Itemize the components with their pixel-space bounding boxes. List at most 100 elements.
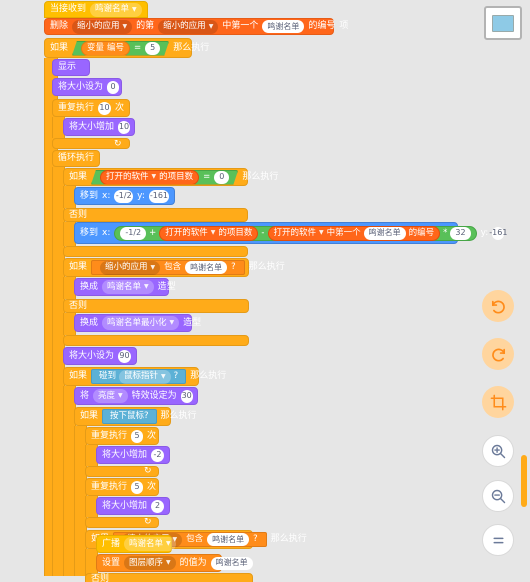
x-base-input[interactable]: -1/2 [120, 226, 147, 240]
costume-dropdown[interactable]: 鸣谢名单 ▼ [102, 280, 154, 294]
block-when-broadcast-received[interactable]: 当接收到 鸣谢名单 ▼ [44, 1, 148, 18]
repeat-label: 重复执行 [91, 481, 128, 492]
y-label: y: [137, 190, 145, 201]
sprite-thumbnail-icon[interactable] [484, 6, 522, 40]
crop-icon [490, 394, 506, 410]
costume-dropdown[interactable]: 鸣谢名单最小化 ▼ [102, 316, 180, 330]
zoom-out-button[interactable] [482, 480, 514, 512]
block-change-size-2[interactable]: 将大小增加 2 [96, 497, 170, 515]
block-show[interactable]: 显示 [52, 59, 90, 76]
delete-tail-label: 项 [339, 21, 349, 31]
set-size-value-input[interactable]: 0 [107, 80, 120, 94]
block-set-size-90[interactable]: 将大小设为 90 [63, 347, 137, 365]
redo-button[interactable] [482, 338, 514, 370]
block-repeat-10[interactable]: 重复执行 10 次 [52, 99, 130, 117]
list-contains-block[interactable]: 缩小的应用▼ 包含 鸣谢名单 ? [91, 260, 245, 275]
contains-value-input[interactable]: 鸣谢名单 [185, 261, 228, 274]
block-if-number-equals[interactable]: 如果 变量 编号 = 5 那么执行 [44, 38, 209, 58]
broadcast-message-dropdown[interactable]: 鸣谢名单 ▼ [124, 537, 176, 551]
operator-symbol: = [134, 42, 142, 53]
block-goto-xy-b[interactable]: 移到 x: -1/2 + 打开的软件 ▼ 的项目数 - 打开的软件 ▼ 中第一个 鸣… [74, 222, 507, 244]
zoom-out-icon [491, 489, 505, 503]
chevron-down-icon: ▼ [210, 229, 216, 236]
sprite-thumbnail-image [492, 14, 514, 32]
operand-input[interactable]: 5 [145, 42, 160, 55]
costume-suffix-label: 造型 [183, 317, 202, 328]
set-var-value-input[interactable]: 鸣谢名单 [210, 556, 253, 570]
effect-value-input[interactable]: 30 [180, 389, 193, 403]
delete-list1-dropdown[interactable]: 缩小的应用 ▼ [72, 19, 133, 34]
block-set-variable[interactable]: 设置 图层顺序 ▼ 的值为 鸣谢名单 [96, 554, 253, 572]
hat-message-dropdown[interactable]: 鸣谢名单 ▼ [90, 2, 142, 17]
equals-operator-block[interactable]: 打开的软件 ▼ 的项目数 = 0 [91, 170, 238, 185]
times-label: 次 [147, 430, 157, 441]
block-delete-list-item[interactable]: 删除 缩小的应用 ▼ 的第 缩小的应用 ▼ 中第一个 鸣谢名单 的编号 项 [44, 18, 348, 35]
block-repeat-5-a[interactable]: 重复执行 5 次 [85, 427, 159, 445]
block-set-effect[interactable]: 将 亮度 ▼ 特效设定为 30 [74, 387, 198, 405]
block-repeat-5-b[interactable]: 重复执行 5 次 [85, 478, 159, 496]
set-size-value-input[interactable]: 90 [118, 349, 131, 363]
add-operator-block[interactable]: -1/2 + 打开的软件 ▼ 的项目数 - 打开的软件 ▼ 中第一个 鸣谢名单 的编… [114, 225, 477, 241]
touching-block[interactable]: 碰到 鼠标指针 ▼ ? [91, 369, 187, 384]
then-label: 那么执行 [270, 534, 307, 544]
block-switch-costume-1[interactable]: 换成 鸣谢名单 ▼ 造型 [74, 278, 176, 296]
change-size-value-input[interactable]: -2 [151, 448, 164, 462]
goto-y-input[interactable]: -161 [489, 226, 507, 240]
touching-target-dropdown[interactable]: 鼠标指针 ▼ [119, 369, 171, 384]
block-goto-xy-a[interactable]: 移到 x: -1/2 y: -161 [74, 187, 175, 205]
variable-reporter-number[interactable]: 变量 编号 [81, 41, 130, 56]
repeat-count-input[interactable]: 5 [131, 429, 144, 443]
variable-dropdown[interactable]: 图层顺序 ▼ [124, 556, 176, 570]
change-size-value-input[interactable]: 10 [118, 120, 131, 134]
undo-button[interactable] [482, 290, 514, 322]
block-if-touching[interactable]: 如果 碰到 鼠标指针 ▼ ? 那么执行 [63, 367, 226, 386]
item-number-of-list-reporter[interactable]: 打开的软件 ▼ 中第一个 鸣谢名单 的编号 [267, 225, 441, 241]
zoom-reset-button[interactable] [482, 524, 514, 556]
chevron-down-icon: ▼ [166, 540, 171, 547]
effect-dropdown[interactable]: 亮度 ▼ [93, 389, 128, 403]
chevron-down-icon: ▼ [151, 173, 157, 180]
block-forever[interactable]: 循环执行 [52, 150, 100, 167]
zoom-in-button[interactable] [482, 435, 514, 467]
block-broadcast[interactable]: 广播 鸣谢名单 ▼ [96, 535, 176, 553]
block-else-3[interactable]: 否则 [85, 573, 253, 582]
contains-value-input[interactable]: 鸣谢名单 [207, 533, 250, 546]
block-set-size-0[interactable]: 将大小设为 0 [52, 78, 122, 96]
loop-arrow-icon: ↻ [114, 139, 122, 149]
block-if-list-contains-1[interactable]: 如果 缩小的应用 ▼ 包含 鸣谢名单 ? 那么执行 [63, 258, 285, 277]
block-else-1[interactable]: 否则 [63, 208, 248, 222]
mouse-down-block[interactable]: 按下鼠标? [102, 409, 157, 424]
change-size-value-input[interactable]: 2 [151, 499, 164, 513]
switch-label: 换成 [80, 281, 99, 292]
broadcast-label: 广播 [102, 538, 121, 549]
repeat-label: 重复执行 [58, 102, 95, 113]
list-length-reporter[interactable]: 打开的软件 ▼ 的项目数 [159, 225, 259, 241]
delete-value-input[interactable]: 鸣谢名单 [262, 20, 305, 33]
repeat-count-input[interactable]: 10 [98, 101, 111, 115]
contains-list-dropdown[interactable]: 缩小的应用▼ [100, 260, 161, 275]
operand-input[interactable]: 0 [214, 171, 229, 184]
block-switch-costume-2[interactable]: 换成 鸣谢名单最小化 ▼ 造型 [74, 314, 201, 332]
repeat-count-input[interactable]: 5 [131, 480, 144, 494]
block-if-mouse-down[interactable]: 如果 按下鼠标? 那么执行 [74, 407, 197, 426]
block-change-size-10[interactable]: 将大小增加 10 [63, 118, 135, 136]
delete-list2-dropdown[interactable]: 缩小的应用 ▼ [158, 19, 219, 34]
block-else-2[interactable]: 否则 [63, 299, 249, 313]
block-if-list-length-zero[interactable]: 如果 打开的软件 ▼ 的项目数 = 0 那么执行 [63, 168, 278, 186]
crop-button[interactable] [482, 386, 514, 418]
goto-label: 移到 [80, 227, 99, 238]
block-change-size-neg2[interactable]: 将大小增加 -2 [96, 446, 170, 464]
goto-x-input[interactable]: -1/2 [114, 189, 134, 203]
code-workspace[interactable]: 当接收到 鸣谢名单 ▼ 删除 缩小的应用 ▼ 的第 缩小的应用 ▼ 中第一个 鸣谢名单… [0, 0, 530, 582]
item-value-input[interactable]: 鸣谢名单 [363, 226, 406, 240]
goto-y-input[interactable]: -161 [148, 189, 169, 203]
list-length-reporter[interactable]: 打开的软件 ▼ 的项目数 [100, 170, 199, 185]
delete-mid2-label: 中第一个 [222, 21, 259, 31]
chevron-down-icon: ▼ [144, 283, 149, 290]
chevron-down-icon: ▼ [150, 263, 156, 271]
chevron-down-icon: ▼ [319, 229, 324, 236]
vertical-scrollbar-thumb[interactable] [521, 455, 527, 507]
factor-input[interactable]: 32 [450, 226, 471, 240]
else-label: 否则 [69, 300, 88, 311]
equals-operator-block[interactable]: 变量 编号 = 5 [72, 41, 169, 56]
